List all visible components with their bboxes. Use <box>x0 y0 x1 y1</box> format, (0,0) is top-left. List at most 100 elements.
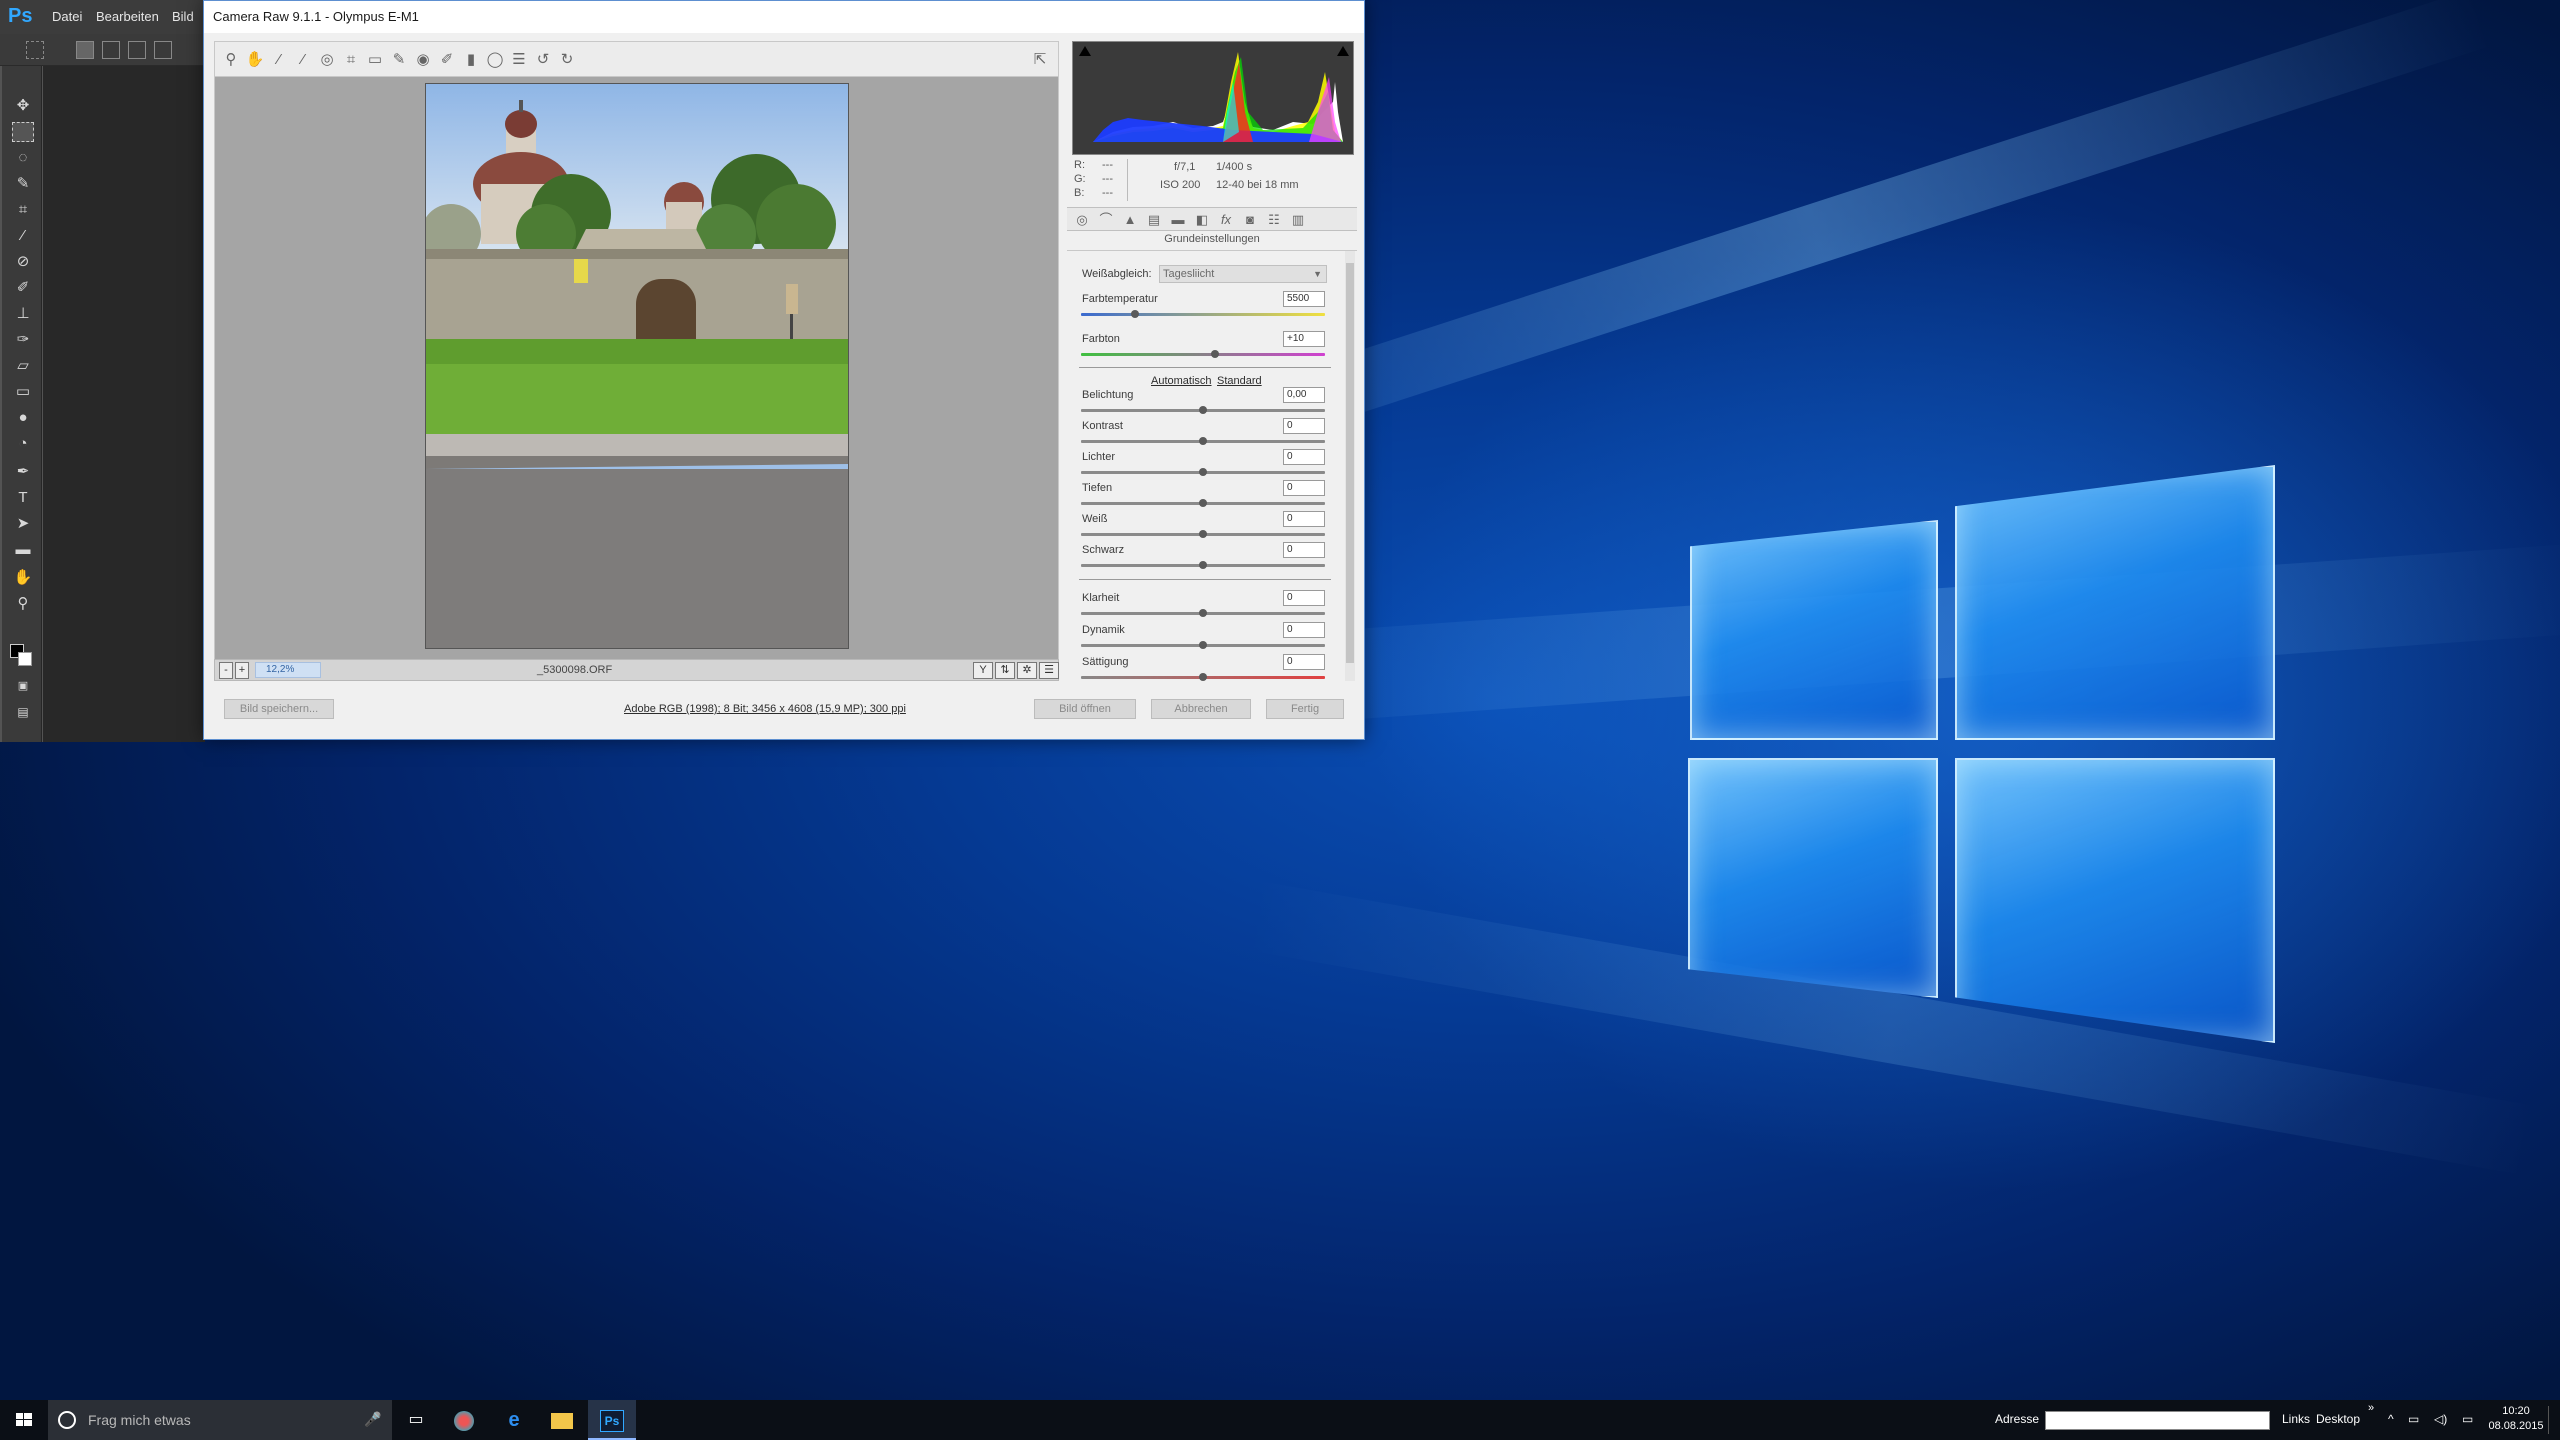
cancel-button[interactable]: Abbrechen <box>1151 699 1251 719</box>
whites-slider[interactable] <box>1081 530 1325 538</box>
red-eye-icon[interactable]: ◉ <box>413 50 433 70</box>
highlights-input[interactable]: 0 <box>1283 449 1325 465</box>
quick-selection-icon[interactable]: ✎ <box>12 174 34 194</box>
tab-basic-icon[interactable]: ◎ <box>1073 211 1091 229</box>
app-icon[interactable] <box>440 1400 488 1440</box>
radial-filter-icon[interactable]: ◯ <box>485 50 505 70</box>
tint-slider[interactable] <box>1081 350 1325 358</box>
pen-tool-icon[interactable]: ✒ <box>12 462 34 482</box>
hand-tool-icon[interactable]: ✋ <box>12 568 34 588</box>
whites-slider-thumb[interactable] <box>1199 530 1207 538</box>
crop-tool-icon[interactable]: ⌗ <box>12 200 34 220</box>
save-image-button[interactable]: Bild speichern... <box>224 699 334 719</box>
network-icon[interactable]: ▭ <box>2408 1412 2419 1426</box>
graduated-filter-icon[interactable]: ▮ <box>461 50 481 70</box>
marquee-tool-icon[interactable] <box>12 122 34 142</box>
healing-brush-icon[interactable]: ⊘ <box>12 252 34 272</box>
scrollbar-thumb[interactable] <box>1346 263 1354 663</box>
toolbar-overflow-icon[interactable]: » <box>2368 1402 2374 1414</box>
background-color-swatch[interactable] <box>18 652 32 666</box>
marquee-preset-icon[interactable] <box>26 41 44 59</box>
desktop-toolbar[interactable]: Desktop <box>2316 1412 2360 1426</box>
saturation-slider-thumb[interactable] <box>1199 673 1207 681</box>
temperature-slider-thumb[interactable] <box>1130 310 1139 318</box>
tab-detail-icon[interactable]: ▲ <box>1121 211 1139 229</box>
zoom-out-button[interactable]: - <box>219 662 233 679</box>
contrast-input[interactable]: 0 <box>1283 418 1325 434</box>
saturation-slider[interactable] <box>1081 673 1325 681</box>
file-explorer-icon[interactable] <box>538 1400 586 1440</box>
saturation-input[interactable]: 0 <box>1283 654 1325 670</box>
contrast-slider-thumb[interactable] <box>1199 437 1207 445</box>
white-balance-icon[interactable]: ⁄ <box>269 50 289 70</box>
done-button[interactable]: Fertig <box>1266 699 1344 719</box>
address-input[interactable] <box>2045 1411 2270 1430</box>
eraser-icon[interactable]: ▱ <box>12 356 34 376</box>
workflow-options-link[interactable]: Adobe RGB (1998); 8 Bit; 3456 x 4608 (15… <box>624 703 906 715</box>
tint-slider-thumb[interactable] <box>1211 350 1220 358</box>
auto-link[interactable]: Automatisch <box>1151 375 1212 387</box>
quick-mask-icon[interactable]: ▣ <box>12 676 34 696</box>
cortana-search-box[interactable]: Frag mich etwas 🎤 <box>48 1400 392 1440</box>
shape-tool-icon[interactable]: ▬ <box>12 540 34 560</box>
temperature-slider[interactable] <box>1081 310 1325 318</box>
dialog-titlebar[interactable]: Camera Raw 9.1.1 - Olympus E-M1 <box>204 1 1364 33</box>
shadows-slider[interactable] <box>1081 499 1325 507</box>
tab-hsl-icon[interactable]: ▤ <box>1145 211 1163 229</box>
tab-split-toning-icon[interactable]: ▬ <box>1169 211 1187 229</box>
highlights-slider-thumb[interactable] <box>1199 468 1207 476</box>
rotate-left-icon[interactable]: ↺ <box>533 50 553 70</box>
add-selection-icon[interactable] <box>102 41 120 59</box>
keyboard-icon[interactable]: ▭ <box>2462 1412 2473 1426</box>
tab-presets-icon[interactable]: ☷ <box>1265 211 1283 229</box>
temperature-input[interactable]: 5500 <box>1283 291 1325 307</box>
exposure-slider-thumb[interactable] <box>1199 406 1207 414</box>
vibrance-slider[interactable] <box>1081 641 1325 649</box>
zoom-level-select[interactable]: 12,2% <box>255 662 321 678</box>
gradient-tool-icon[interactable]: ▭ <box>12 382 34 402</box>
blur-tool-icon[interactable]: ● <box>12 408 34 428</box>
history-brush-icon[interactable]: ✑ <box>12 330 34 350</box>
exposure-slider[interactable] <box>1081 406 1325 414</box>
lasso-tool-icon[interactable]: ◌ <box>12 148 34 168</box>
type-tool-icon[interactable]: T <box>12 488 34 508</box>
vibrance-slider-thumb[interactable] <box>1199 641 1207 649</box>
spot-removal-icon[interactable]: ✎ <box>389 50 409 70</box>
settings-icon[interactable]: ✲ <box>1017 662 1037 679</box>
open-image-button[interactable]: Bild öffnen <box>1034 699 1136 719</box>
menu-bild[interactable]: Bild <box>172 9 194 24</box>
exposure-input[interactable]: 0,00 <box>1283 387 1325 403</box>
edge-icon[interactable]: e <box>490 1400 538 1440</box>
show-hidden-icons-icon[interactable]: ^ <box>2388 1412 2394 1426</box>
clarity-slider[interactable] <box>1081 609 1325 617</box>
hand-icon[interactable]: ✋ <box>245 50 265 70</box>
rotate-right-icon[interactable]: ↻ <box>557 50 577 70</box>
brush-tool-icon[interactable]: ✐ <box>12 278 34 298</box>
move-tool-icon[interactable]: ✥ <box>12 96 34 116</box>
color-sampler-icon[interactable]: ⁄ <box>293 50 313 70</box>
targeted-adjustment-icon[interactable]: ◎ <box>317 50 337 70</box>
clarity-slider-thumb[interactable] <box>1199 609 1207 617</box>
volume-icon[interactable]: ◁) <box>2434 1412 2447 1426</box>
zoom-icon[interactable]: ⚲ <box>221 50 241 70</box>
screen-mode-icon[interactable]: ▤ <box>12 702 34 722</box>
clarity-input[interactable]: 0 <box>1283 590 1325 606</box>
contrast-slider[interactable] <box>1081 437 1325 445</box>
photoshop-taskbar-icon[interactable]: Ps <box>588 1400 636 1440</box>
standard-link[interactable]: Standard <box>1217 375 1262 387</box>
whites-input[interactable]: 0 <box>1283 511 1325 527</box>
zoom-in-button[interactable]: + <box>235 662 249 679</box>
menu-bearbeiten[interactable]: Bearbeiten <box>96 9 159 24</box>
panel-scrollbar[interactable] <box>1345 251 1355 681</box>
blacks-input[interactable]: 0 <box>1283 542 1325 558</box>
highlights-slider[interactable] <box>1081 468 1325 476</box>
path-selection-icon[interactable]: ➤ <box>12 514 34 534</box>
vibrance-input[interactable]: 0 <box>1283 622 1325 638</box>
microphone-icon[interactable]: 🎤 <box>364 1411 381 1428</box>
dodge-tool-icon[interactable]: ◔ <box>12 434 34 454</box>
tab-fx-icon[interactable]: fx <box>1217 211 1235 229</box>
tab-snapshots-icon[interactable]: ▥ <box>1289 211 1307 229</box>
shadows-input[interactable]: 0 <box>1283 480 1325 496</box>
start-button[interactable] <box>0 1400 48 1440</box>
crop-icon[interactable]: ⌗ <box>341 50 361 70</box>
